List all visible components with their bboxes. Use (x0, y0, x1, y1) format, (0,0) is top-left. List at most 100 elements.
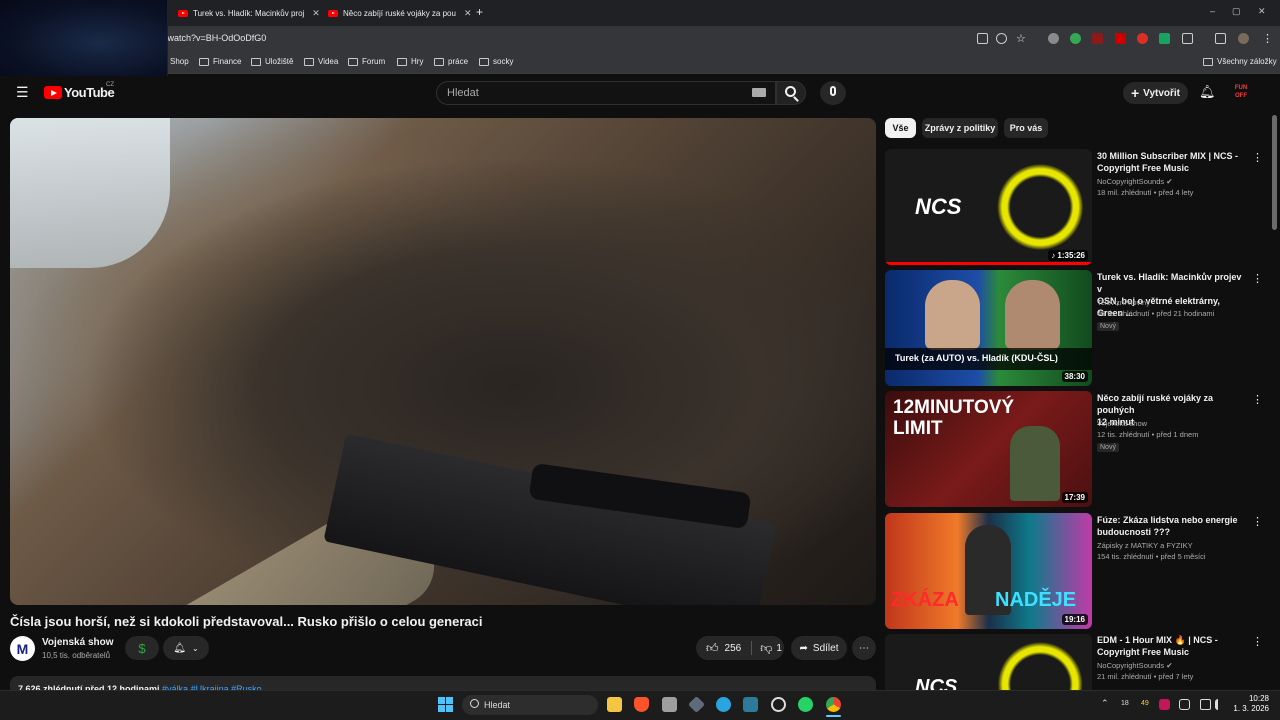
extension-icon[interactable] (1048, 33, 1059, 44)
extension-icon[interactable] (1070, 33, 1081, 44)
voice-search-button[interactable] (820, 81, 846, 105)
join-dollar-button[interactable]: $ (125, 636, 159, 660)
more-actions-button[interactable]: ⋯ (852, 636, 876, 660)
notifications-bell-icon[interactable]: 🔔︎ (1199, 84, 1216, 100)
like-dislike-group: 👍︎ 256 👎︎ 1 (696, 636, 784, 660)
new-tab-button[interactable]: + (476, 5, 483, 19)
recommended-title[interactable]: 30 Million Subscriber MIX | NCS - Copyrig… (1097, 150, 1247, 174)
duration-badge: 38:30 (1061, 371, 1088, 382)
like-count[interactable]: 256 (725, 643, 742, 654)
search-button[interactable] (776, 81, 806, 105)
search-input[interactable]: Hledat (436, 81, 776, 105)
dislike-icon[interactable]: 👎︎ (760, 641, 772, 656)
account-avatar[interactable]: FUN OFF (1230, 84, 1252, 102)
bookmark-forum[interactable]: Forum (348, 57, 385, 66)
bookmark-hry[interactable]: Hry (397, 57, 423, 66)
recommended-thumbnail[interactable]: 12MINUTOVÝ LIMIT 17:39 (885, 391, 1092, 507)
bookmark-uloziste[interactable]: Uložiště (251, 57, 293, 66)
recommended-thumbnail[interactable]: NCS ♪ 1:35:26 (885, 149, 1092, 265)
recommended-title[interactable]: Fúze: Zkáza lidstva nebo energie budoucno… (1097, 514, 1247, 538)
more-vertical-icon[interactable]: ⋮ (1252, 515, 1263, 528)
bookmark-all[interactable]: Všechny záložky (1203, 57, 1277, 66)
folder-icon (479, 57, 489, 66)
windows-start-icon[interactable] (438, 697, 453, 712)
puzzle-icon[interactable] (1182, 33, 1193, 44)
close-tab-icon[interactable]: ✕ (464, 8, 472, 19)
bookmark-socky[interactable]: socky (479, 57, 513, 66)
bookmark-star-icon[interactable]: ☆ (1016, 32, 1026, 45)
bookmark-shop[interactable]: Shop (170, 57, 189, 66)
minimize-button[interactable]: – (1210, 6, 1215, 16)
url-field[interactable]: n/watch?v=BH-OdOoDfG0 (160, 33, 266, 43)
thumb-text: NCS (915, 676, 958, 690)
reading-list-icon[interactable] (1215, 33, 1226, 44)
more-vertical-icon[interactable]: ⋮ (1252, 151, 1263, 164)
eye-off-icon[interactable] (996, 33, 1007, 44)
taskbar-search-input[interactable]: Hledat (462, 695, 598, 715)
volume-icon[interactable] (1215, 699, 1226, 710)
subscribed-bell-button[interactable]: 🔔︎ ⌄ (163, 636, 209, 660)
bookmark-prace[interactable]: práce (434, 57, 468, 66)
file-explorer-icon[interactable] (607, 697, 622, 712)
thumb-text: 12MINUTOVÝ LIMIT (893, 397, 1015, 439)
tray-value-a: 18 (1121, 700, 1129, 707)
video-sky (10, 118, 170, 268)
thumb-text-a: ZKÁZA (891, 589, 959, 611)
bookmark-finance[interactable]: Finance (199, 57, 241, 66)
extension-icon[interactable] (1137, 33, 1148, 44)
chrome-icon[interactable] (826, 697, 841, 712)
recommended-title[interactable]: EDM - 1 Hour MIX 🔥 | NCS - Copyright Free… (1097, 634, 1247, 658)
extension-icon[interactable] (1159, 33, 1170, 44)
tab-1[interactable]: Turek vs. Hladík: Macinkův proj ✕ (170, 2, 328, 24)
brave-browser-icon[interactable] (634, 697, 649, 712)
channel-name[interactable]: Vojenská show (42, 637, 114, 648)
calculator-icon[interactable] (662, 697, 677, 712)
like-icon[interactable]: 👍︎ (706, 641, 719, 656)
watch-progress-bar (885, 262, 1092, 265)
bookmark-videa[interactable]: Videa (304, 57, 338, 66)
person-right (1005, 280, 1060, 350)
profile-avatar[interactable] (1238, 33, 1249, 44)
maximize-button[interactable]: ▢ (1232, 6, 1241, 17)
recommended-thumbnail[interactable]: ZKÁZA NADĚJE 19:16 (885, 513, 1092, 629)
extension-icon[interactable] (1092, 33, 1103, 44)
more-vertical-icon[interactable]: ⋮ (1252, 272, 1263, 285)
dollar-icon: $ (138, 640, 146, 656)
share-button[interactable]: ➦ Sdílet (791, 636, 847, 660)
tray-app-icon[interactable] (1159, 699, 1170, 710)
youtube-logo-icon[interactable] (44, 86, 62, 99)
extension-icon[interactable] (1115, 33, 1126, 44)
channel-avatar[interactable]: M (10, 636, 35, 661)
recommended-thumbnail[interactable]: Turek (za AUTO) vs. Hladík (KDU-ČSL) 38:… (885, 270, 1092, 386)
mic-icon (830, 86, 836, 96)
menu-kebab-icon[interactable]: ⋮ (1262, 32, 1273, 45)
chevron-up-icon[interactable]: ⌃ (1101, 698, 1109, 709)
app-icon[interactable] (743, 697, 758, 712)
more-vertical-icon[interactable]: ⋮ (1252, 635, 1263, 648)
filter-chip-all[interactable]: Vše (885, 118, 916, 138)
video-player[interactable] (10, 118, 876, 605)
new-badge: Nový (1097, 443, 1119, 452)
more-vertical-icon[interactable]: ⋮ (1252, 393, 1263, 406)
thumb-text-b: NADĚJE (995, 589, 1077, 611)
recommended-thumbnail[interactable]: NCS (885, 634, 1092, 690)
close-tab-icon[interactable]: ✕ (312, 8, 320, 19)
page-scrollbar-thumb[interactable] (1272, 115, 1277, 230)
filter-chip-politics[interactable]: Zprávy z politiky (922, 118, 998, 138)
tray-app-icon[interactable] (1179, 699, 1190, 710)
tab-2[interactable]: Něco zabíjí ruské vojáky za pou ✕ (320, 2, 480, 24)
keyboard-icon[interactable] (752, 88, 766, 97)
filter-chip-for-you[interactable]: Pro vás (1004, 118, 1048, 138)
folder-icon (304, 57, 314, 66)
network-icon[interactable] (1200, 699, 1211, 710)
close-window-button[interactable]: ✕ (1258, 6, 1266, 17)
create-button[interactable]: + Vytvořit (1123, 82, 1188, 104)
install-app-icon[interactable] (977, 33, 988, 44)
telegram-icon[interactable] (716, 697, 731, 712)
hamburger-menu-icon[interactable]: ☰ (16, 84, 29, 101)
youtube-favicon-icon (178, 9, 188, 17)
dislike-count: 1 (776, 642, 782, 654)
whatsapp-icon[interactable] (798, 697, 813, 712)
taskbar-clock[interactable]: 10:28 1. 3. 2026 (1233, 694, 1269, 714)
app-icon[interactable] (771, 697, 786, 712)
